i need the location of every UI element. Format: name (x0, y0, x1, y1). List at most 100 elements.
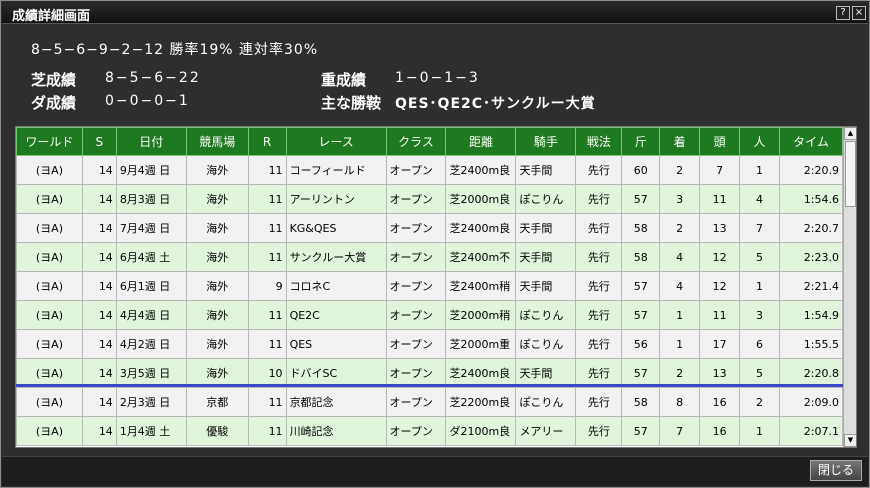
table-cell: 1 (739, 416, 780, 446)
column-header[interactable]: 人 (739, 127, 780, 156)
table-cell: 14 (81, 155, 117, 185)
table-cell: 2:21.4 (778, 271, 844, 301)
column-header[interactable]: 着 (659, 127, 701, 156)
table-cell: (ヨA) (16, 213, 83, 243)
table-cell: 14 (81, 300, 117, 330)
results-table-container[interactable]: ワールド S 日付 競馬場 R レース クラス 距離 騎手 戦法 斤 着 頭 人… (15, 126, 857, 448)
table-row[interactable]: (ヨA) 14 9月4週 日海外 11 コーフィールド オープン 芝2400m良 天手間 先行 6… (16, 155, 844, 185)
column-header[interactable]: 斤 (621, 127, 661, 156)
column-header[interactable]: 競馬場 (185, 127, 249, 156)
heavy-record-label: 重成績 (321, 71, 367, 89)
column-header[interactable]: 頭 (699, 127, 741, 156)
table-cell: 先行 (575, 329, 623, 359)
table-cell: オープン (385, 329, 447, 359)
table-cell: 11 (247, 300, 287, 330)
table-cell: 6月4週 土 (115, 242, 187, 272)
table-cell: 60 (621, 155, 661, 185)
table-cell: (ヨA) (16, 387, 83, 417)
table-row[interactable]: (ヨA) 14 1月4週 土優駿 11 川崎記念 オープン ダ2100m良 メアリー 先行 57 7… (16, 416, 844, 446)
table-row[interactable]: (ヨA) 14 4月4週 日海外 11 QE2C オープン 芝2000m稍 ぽこりん 先行 57 1… (16, 300, 844, 330)
table-cell: コーフィールド (285, 155, 387, 185)
table-row[interactable]: (ヨA) 14 4月2週 日海外 11 QES オープン 芝2000m重 ぽこりん 先行 56 1 1… (16, 329, 844, 359)
table-cell: 先行 (575, 300, 623, 330)
table-cell: オープン (385, 300, 447, 330)
table-row[interactable]: (ヨA) 14 6月4週 土海外 11 サンクルー大賞 オープン 芝2400m不 天手間 先行 5… (16, 242, 844, 272)
table-cell: オープン (385, 242, 447, 272)
table-row[interactable]: (ヨA) 14 7月4週 日海外 11 KG&QES オープン 芝2400m良 天手間 先行 58… (16, 213, 844, 243)
table-header-row: ワールド S 日付 競馬場 R レース クラス 距離 騎手 戦法 斤 着 頭 人… (16, 127, 844, 156)
table-cell: 天手間 (515, 213, 577, 243)
table-cell: (ヨA) (16, 184, 83, 214)
table-cell: (ヨA) (16, 300, 83, 330)
column-header[interactable]: クラス (385, 127, 447, 156)
table-cell: 14 (81, 271, 117, 301)
table-cell: 芝2000m稍 (445, 300, 517, 330)
table-cell: 7 (699, 155, 741, 185)
table-cell: 7月4週 日 (115, 213, 187, 243)
table-cell: 芝2000m良 (445, 184, 517, 214)
table-cell: 11 (247, 184, 287, 214)
table-cell: (ヨA) (16, 416, 83, 446)
results-table-body: (ヨA) 14 9月4週 日海外 11 コーフィールド オープン 芝2400m良 天手間 先行 6… (16, 155, 844, 446)
dirt-record-label: ダ成績 (31, 94, 77, 112)
table-cell: 天手間 (515, 242, 577, 272)
table-cell: 11 (699, 300, 741, 330)
table-row[interactable]: (ヨA) 14 2月3週 日京都 11 京都記念 オープン 芝2200m良 ぽこりん 先行 58 8… (16, 387, 844, 417)
table-cell: 先行 (575, 213, 623, 243)
table-cell: 海外 (185, 242, 249, 272)
table-cell: (ヨA) (16, 271, 83, 301)
scroll-down-arrow-icon[interactable]: ▼ (844, 434, 856, 447)
column-header[interactable]: レース (285, 127, 387, 156)
turf-record-value: 8−5−6−22 (105, 70, 201, 86)
help-button[interactable]: ? (836, 6, 850, 20)
scroll-up-arrow-icon[interactable]: ▲ (844, 127, 856, 140)
column-header[interactable]: R (247, 127, 287, 156)
scroll-thumb[interactable] (845, 141, 856, 207)
column-header[interactable]: タイム (778, 127, 844, 156)
column-header[interactable]: 戦法 (575, 127, 623, 156)
table-cell: 11 (699, 184, 741, 214)
table-row[interactable]: (ヨA) 14 8月3週 日海外 11 アーリントン オープン 芝2000m良 ぽこりん 先行 5… (16, 184, 844, 214)
table-cell: QES (285, 329, 387, 359)
table-cell: 海外 (185, 300, 249, 330)
table-cell: ぽこりん (515, 300, 577, 330)
column-header[interactable]: 騎手 (515, 127, 577, 156)
table-cell: 9月4週 日 (115, 155, 187, 185)
close-window-button[interactable]: × (852, 6, 866, 20)
table-cell: 京都 (185, 387, 249, 417)
table-cell: 先行 (575, 271, 623, 301)
table-cell: 1 (739, 271, 780, 301)
column-header[interactable]: 距離 (445, 127, 517, 156)
table-cell: 1:54.6 (778, 184, 844, 214)
table-cell: 川崎記念 (285, 416, 387, 446)
table-cell: 海外 (185, 184, 249, 214)
column-header[interactable]: ワールド (16, 127, 83, 156)
table-cell: (ヨA) (16, 155, 83, 185)
table-cell: 2:09.0 (778, 387, 844, 417)
table-cell: 12 (699, 271, 741, 301)
table-cell: 海外 (185, 213, 249, 243)
table-cell: 12 (699, 242, 741, 272)
table-cell: 2:20.7 (778, 213, 844, 243)
table-cell: 天手間 (515, 271, 577, 301)
vertical-scrollbar[interactable]: ▲ ▼ (843, 127, 856, 447)
close-button[interactable]: 閉じる (810, 460, 862, 481)
table-cell: 1:54.9 (778, 300, 844, 330)
table-cell: QE2C (285, 300, 387, 330)
table-cell: 芝2400m良 (445, 213, 517, 243)
window-title: 成績詳細画面 (12, 9, 91, 24)
table-cell: アーリントン (285, 184, 387, 214)
table-row[interactable]: (ヨA) 14 6月1週 日海外 9 コロネC オープン 芝2400m稍 天手間 先行 57 4 12… (16, 271, 844, 301)
table-cell: 13 (699, 213, 741, 243)
table-cell: 4 (659, 242, 701, 272)
table-cell: 先行 (575, 242, 623, 272)
table-cell: 57 (621, 416, 661, 446)
table-cell: (ヨA) (16, 242, 83, 272)
column-header[interactable]: 日付 (115, 127, 187, 156)
table-cell: ぽこりん (515, 329, 577, 359)
table-cell: 3 (739, 300, 780, 330)
column-header[interactable]: S (81, 127, 117, 156)
table-cell: コロネC (285, 271, 387, 301)
footer-bar: 閉じる (2, 456, 868, 486)
table-cell: 9 (247, 271, 287, 301)
